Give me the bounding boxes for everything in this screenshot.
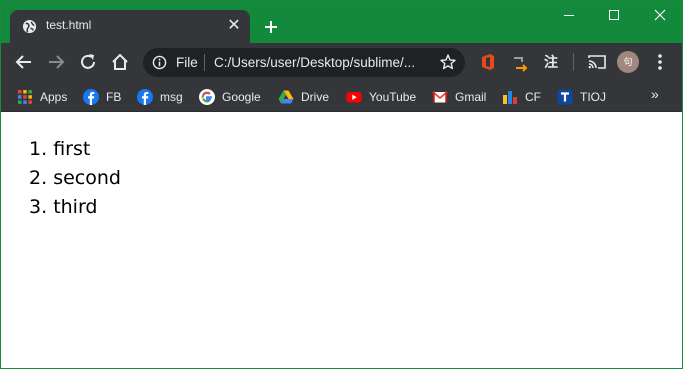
google-icon: [199, 89, 215, 105]
bookmarks-overflow-button[interactable]: »: [651, 86, 659, 102]
bookmark-label: Gmail: [455, 90, 487, 104]
ordered-list: 1. first 2. second 3. third: [29, 135, 121, 222]
minimize-button[interactable]: [546, 1, 592, 31]
tab-active[interactable]: test.html ✕: [10, 10, 250, 43]
drive-icon: [278, 90, 294, 104]
bookmark-label: TIOJ: [580, 90, 606, 104]
minimize-icon: [564, 15, 574, 16]
omnibox-divider: [204, 54, 205, 71]
bookmark-label: msg: [160, 90, 183, 104]
list-item-number: 2.: [29, 167, 48, 189]
bookmark-label: Drive: [301, 90, 330, 104]
bookmark-label: Apps: [40, 90, 68, 104]
back-arrow-icon[interactable]: [11, 49, 37, 75]
close-window-button[interactable]: [637, 1, 682, 31]
gmail-icon: [432, 91, 448, 103]
bookmark-label: YouTube: [369, 90, 417, 104]
bookmark-tioj[interactable]: TIOJ: [557, 87, 606, 107]
browser-window: test.html ✕ File C:/Users/user/Desktop/s…: [0, 0, 683, 369]
transfer-extension-icon[interactable]: [510, 52, 530, 72]
address-bar[interactable]: File C:/Users/user/Desktop/sublime/...: [143, 48, 465, 77]
facebook-icon: [83, 89, 99, 105]
info-icon[interactable]: [152, 55, 167, 70]
list-item-number: 3.: [29, 196, 48, 218]
title-bar: test.html ✕: [1, 1, 682, 43]
codeforces-icon: [503, 91, 517, 104]
browser-toolbar: File C:/Users/user/Desktop/sublime/... 注…: [1, 43, 682, 81]
bookmark-apps[interactable]: Apps: [17, 87, 67, 107]
maximize-button[interactable]: [591, 1, 637, 31]
bookmark-youtube[interactable]: YouTube: [346, 87, 416, 107]
office-extension-icon[interactable]: [478, 52, 498, 72]
bookmark-msg[interactable]: msg: [137, 87, 183, 107]
list-item: 1. first: [29, 135, 121, 164]
list-item-text: second: [53, 167, 121, 189]
bookmark-gmail[interactable]: Gmail: [432, 87, 486, 107]
bookmark-label: FB: [106, 90, 122, 104]
youtube-icon: [346, 92, 362, 103]
cast-icon[interactable]: [587, 52, 607, 72]
annotation-extension-icon[interactable]: 注: [541, 52, 561, 72]
reload-icon[interactable]: [75, 49, 101, 75]
close-icon: [654, 9, 666, 21]
toolbar-divider: [573, 53, 574, 71]
page-content: 1. first 2. second 3. third: [1, 112, 682, 368]
plus-icon: [265, 21, 277, 33]
home-icon[interactable]: [107, 49, 133, 75]
list-item: 3. third: [29, 193, 121, 222]
new-tab-button[interactable]: [259, 15, 283, 39]
bookmark-drive[interactable]: Drive: [278, 87, 329, 107]
facebook-icon: [137, 89, 153, 105]
url-text[interactable]: C:/Users/user/Desktop/sublime/...: [214, 55, 415, 70]
maximize-icon: [609, 10, 619, 20]
bookmark-cf[interactable]: CF: [502, 87, 541, 107]
tab-close-button[interactable]: ✕: [224, 16, 244, 36]
tioj-icon: [557, 89, 573, 105]
bookmark-star-icon[interactable]: [439, 53, 457, 71]
list-item-number: 1.: [29, 138, 48, 160]
bookmarks-bar: Apps FB msg Google Drive YouTube Gmail C…: [1, 81, 682, 112]
profile-avatar[interactable]: 句: [617, 51, 639, 73]
list-item-text: third: [53, 196, 98, 218]
bookmark-label: CF: [525, 90, 541, 104]
bookmark-label: Google: [222, 90, 261, 104]
forward-arrow-icon[interactable]: [43, 49, 69, 75]
tab-title: test.html: [46, 18, 92, 32]
list-item: 2. second: [29, 164, 121, 193]
list-item-text: first: [53, 138, 91, 160]
apps-grid-icon: [18, 90, 32, 104]
more-menu-icon[interactable]: [652, 52, 668, 72]
bookmark-fb[interactable]: FB: [83, 87, 121, 107]
bookmark-google[interactable]: Google: [199, 87, 261, 107]
globe-icon: [22, 19, 37, 34]
url-scheme-label: File: [176, 55, 198, 70]
